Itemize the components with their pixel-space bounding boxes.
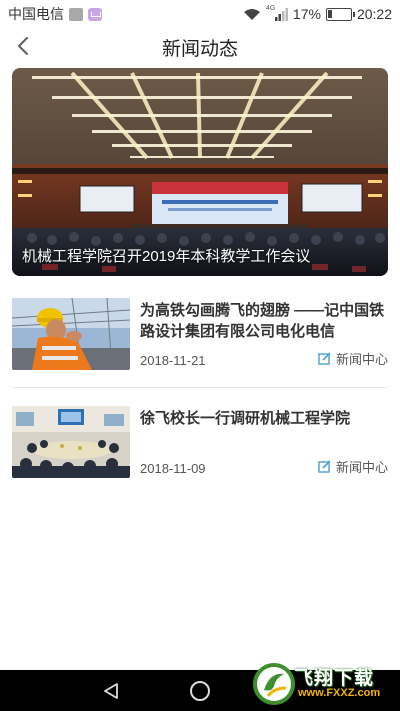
news-date: 2018-11-21 — [140, 353, 206, 368]
nav-bar: 新闻动态 — [0, 28, 400, 64]
signal-icon: 4G — [266, 5, 288, 21]
page-title: 新闻动态 — [161, 39, 238, 60]
featured-news-caption: 机械工程学院召开2019年本科教学工作会议 — [22, 248, 311, 265]
edit-icon — [318, 352, 331, 365]
battery-icon — [325, 7, 355, 21]
news-source-label: 新闻中心 — [335, 352, 388, 367]
news-title: 徐飞校长一行调研机械工程学院 — [140, 410, 351, 427]
divider — [12, 387, 388, 388]
battery-percent: 17% — [292, 6, 321, 22]
watermark-url: www.FXXZ.com — [298, 687, 381, 699]
news-thumbnail — [12, 298, 130, 370]
featured-news-card[interactable]: 机械工程学院召开2019年本科教学工作会议 — [12, 68, 388, 276]
status-bar: 中国电信 4G 17% 20:22 — [0, 0, 400, 28]
news-title: 为高铁勾画腾飞的翅膀 ——记中国铁路设计集团有限公司电化电信 — [140, 302, 385, 340]
system-back-icon[interactable] — [102, 682, 120, 700]
site-watermark: 飞翔下载 www.FXXZ.com — [250, 661, 396, 707]
list-item[interactable]: 为高铁勾画腾飞的翅膀 ——记中国铁路设计集团有限公司电化电信 2018-11-2… — [12, 298, 388, 370]
news-thumbnail — [12, 406, 130, 478]
watermark-brand: 飞翔下载 — [294, 668, 375, 689]
edit-icon — [318, 460, 331, 473]
system-home-icon[interactable] — [190, 681, 210, 701]
wifi-icon — [243, 8, 260, 20]
message-icon — [88, 7, 102, 21]
list-item[interactable]: 徐飞校长一行调研机械工程学院 2018-11-09 新闻中心 — [12, 406, 388, 478]
carrier-label: 中国电信 — [8, 6, 64, 22]
news-source-label: 新闻中心 — [335, 460, 388, 475]
news-source: 新闻中心 — [318, 457, 388, 476]
watermark-logo-icon — [253, 663, 295, 705]
clock: 20:22 — [356, 6, 392, 22]
news-source: 新闻中心 — [318, 349, 388, 368]
news-date: 2018-11-09 — [140, 461, 206, 476]
notification-icon — [69, 7, 83, 21]
